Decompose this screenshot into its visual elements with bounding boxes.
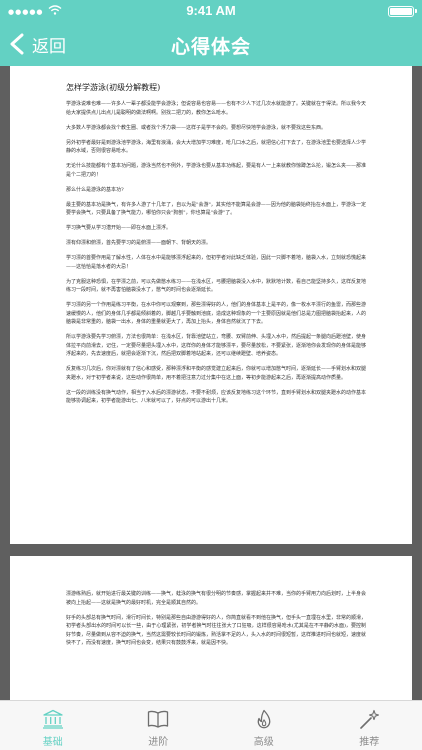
paragraph: 为了克服这种恐惧，在学漂之前，可以先做憋水练习——在浅水区，弓腰把脑袋没入水中，… bbox=[66, 278, 367, 294]
paragraph: 大多数人学游泳都会找个教生圈、或者找个浮力袋——这样子是学不会的。要想尽快地学会… bbox=[66, 124, 327, 131]
tab-bar: 基础 进阶 高级 推荐 bbox=[0, 700, 422, 750]
paragraph: 漂游练熟后，就开始进行最关键的训练——换气，蛙泳的换气有很分明的节奏感，掌握起来… bbox=[66, 591, 367, 606]
app-header: ●●●●● 9:41 AM 返回 心得体会 bbox=[0, 0, 422, 66]
battery-icon bbox=[388, 6, 417, 17]
paragraph: 学游泳说难也难——许多人一辈子都没能学会游泳；但说容易也容易——也有不少人下过几… bbox=[66, 101, 367, 116]
tab-label: 推荐 bbox=[359, 737, 380, 748]
status-bar: ●●●●● 9:41 AM bbox=[0, 0, 422, 22]
tab-label: 高级 bbox=[253, 737, 274, 748]
paragraph: 那么什么是游泳的基本功? bbox=[66, 186, 124, 193]
paragraph: 反复练习几次后，你对漂就有了信心和感受，那种漂浮和平衡的感觉建立起来后，你就可以… bbox=[66, 366, 367, 381]
paragraph: 这一段的训练没有换气动作，相当于入水后的漂游状态，不要不耐烦，应该反复地练习这个… bbox=[66, 389, 367, 405]
document-viewer[interactable]: 怎样学游泳(初级分解教程) 学游泳说难也难——许多人一辈子都没能学会游泳；但说容… bbox=[0, 66, 422, 700]
magic-wand-icon bbox=[360, 709, 380, 729]
paragraph: 另外初学者最好是到游泳池学游泳，海里有浪涌，会大大增加学习难度，呛几口水之后，就… bbox=[66, 139, 367, 155]
tab-recommend[interactable]: 推荐 bbox=[317, 701, 422, 750]
paragraph: 最主要的基本功是换气，有许多人游了十几年了，自以为是"会游"，其实他不能算是会游… bbox=[66, 201, 366, 217]
bank-icon bbox=[42, 709, 63, 729]
paragraph: 漂有仰漂和俯漂，首先要学习的是俯漂——面朝下、背朝天的漂。 bbox=[66, 240, 212, 246]
document-page-1: 怎样学游泳(初级分解教程) 学游泳说难也难——许多人一辈子都没能学会游泳；但说容… bbox=[10, 66, 412, 544]
tab-advanced[interactable]: 进阶 bbox=[106, 701, 212, 750]
book-icon bbox=[148, 710, 169, 728]
flame-icon bbox=[257, 709, 271, 729]
paragraph: 所以学游泳要先学习俯漂，方法也很简单：在浅水区，背靠池壁站立，弯腰、双臂前伸、头… bbox=[66, 334, 367, 357]
tab-basic[interactable]: 基础 bbox=[0, 701, 106, 750]
status-time: 9:41 AM bbox=[186, 3, 236, 18]
document-page-2: 漂游练熟后，就开始进行最关键的训练——换气，蛙泳的换气有很分明的节奏感，掌握起来… bbox=[10, 556, 412, 700]
paragraph: 无论什么技能都有个基本功问题，游泳当然也不例外，学游泳也要从基本功练起，要是有人… bbox=[66, 163, 367, 178]
tab-label: 基础 bbox=[42, 737, 63, 748]
paragraph: 学习漂的首要作用是了解水性，人体在水中是能够漂浮起来的，但初学者对此缺乏体验，因… bbox=[66, 255, 367, 270]
navigation-bar: 返回 心得体会 bbox=[0, 22, 422, 66]
tab-expert[interactable]: 高级 bbox=[211, 701, 317, 750]
page-title: 心得体会 bbox=[170, 37, 251, 58]
document-title: 怎样学游泳(初级分解教程) bbox=[66, 83, 161, 92]
paragraph: 学习漂的另一个作用是练习平衡，在水中你可以观察到，那些漂得好的人，他们的身体基本… bbox=[66, 302, 367, 325]
tab-label: 进阶 bbox=[148, 737, 169, 748]
paragraph: 好手的头部总有换气时间，滑行时间长，特别是那些自由游游得好的人，你简直就看不到他… bbox=[66, 614, 367, 647]
paragraph: 学习换气要从学习潜开始——即在水面上漂浮。 bbox=[66, 225, 172, 231]
